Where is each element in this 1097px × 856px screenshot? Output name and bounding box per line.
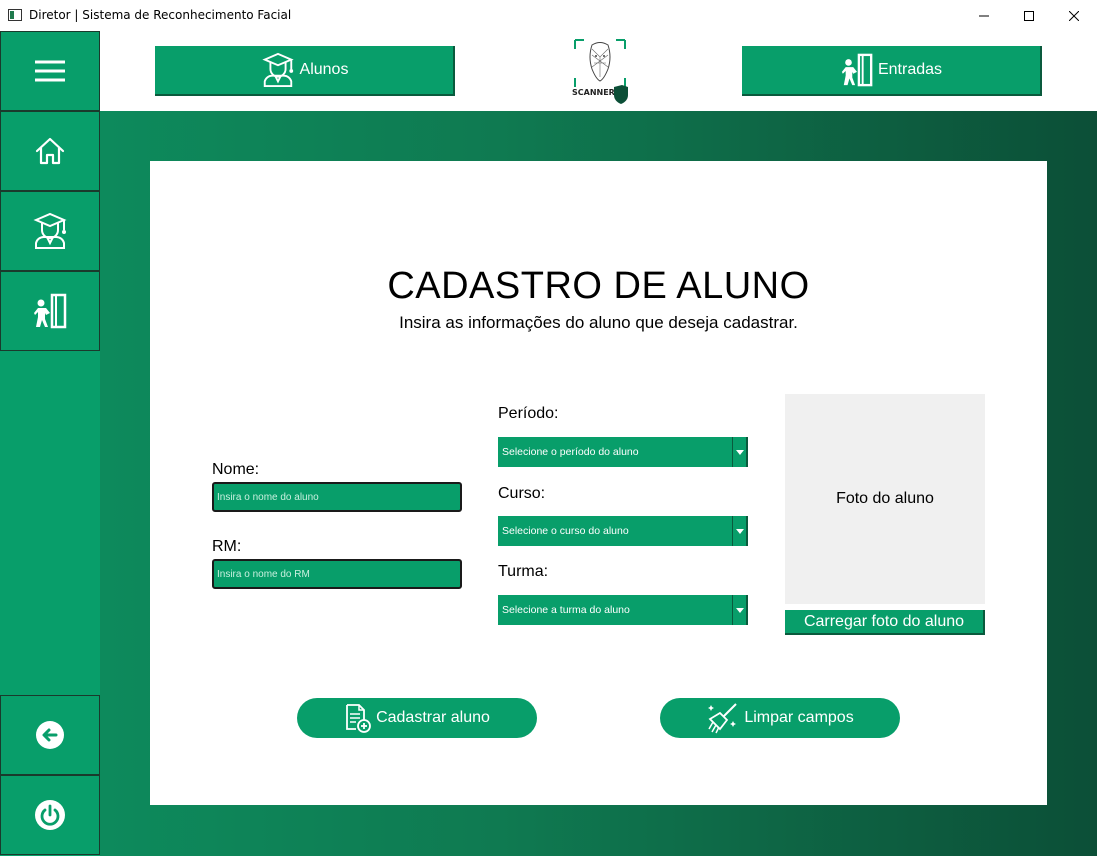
maximize-button[interactable]: [1006, 0, 1052, 31]
maximize-icon: [1024, 10, 1034, 21]
periodo-select[interactable]: Selecione o período do aluno: [498, 437, 748, 467]
photo-preview: Foto do aluno: [785, 394, 985, 604]
close-button[interactable]: [1051, 0, 1097, 31]
chevron-down-icon[interactable]: [732, 595, 746, 625]
cadastrar-aluno-button[interactable]: Cadastrar aluno: [297, 698, 537, 738]
close-icon: [1069, 10, 1079, 21]
app-icon: [8, 9, 22, 21]
limpar-campos-button[interactable]: Limpar campos: [660, 698, 900, 738]
curso-select-value: Selecione o curso do aluno: [502, 525, 629, 537]
periodo-label: Período:: [498, 405, 559, 422]
turma-select-value: Selecione a turma do aluno: [502, 604, 630, 616]
student-icon: [33, 212, 67, 249]
sidebar-menu-button[interactable]: [0, 31, 100, 111]
form-card: CADASTRO DE ALUNO Insira as informações …: [150, 161, 1047, 805]
chevron-down-icon[interactable]: [732, 516, 746, 546]
add-document-icon: [346, 704, 371, 733]
alunos-nav-button[interactable]: Alunos: [155, 46, 455, 96]
scanner-logo: SCANNER: [570, 37, 630, 107]
top-header: Alunos SCANNER Entradas: [100, 31, 1097, 111]
limpar-campos-label: Limpar campos: [744, 709, 854, 726]
upload-photo-button[interactable]: Carregar foto do aluno: [785, 610, 985, 635]
curso-label: Curso:: [498, 485, 546, 502]
home-icon: [35, 137, 65, 165]
sidebar: [0, 31, 100, 856]
turma-select[interactable]: Selecione a turma do aluno: [498, 595, 748, 625]
power-icon: [35, 800, 65, 830]
entry-door-icon: [841, 53, 873, 87]
minimize-icon: [979, 15, 989, 16]
chevron-down-icon[interactable]: [732, 437, 746, 467]
sidebar-item-home[interactable]: [0, 111, 100, 191]
sidebar-back-button[interactable]: [0, 695, 100, 775]
curso-select[interactable]: Selecione o curso do aluno: [498, 516, 748, 546]
page-title: CADASTRO DE ALUNO: [387, 265, 810, 307]
page-subtitle: Insira as informações do aluno que desej…: [399, 313, 798, 332]
sidebar-item-entradas[interactable]: [0, 271, 100, 351]
arrow-left-icon: [36, 721, 64, 749]
minimize-button[interactable]: [961, 0, 1007, 31]
turma-label: Turma:: [498, 563, 549, 580]
rm-label: RM:: [212, 538, 242, 555]
hamburger-icon: [35, 60, 65, 82]
entradas-nav-label: Entradas: [877, 61, 943, 78]
rm-input[interactable]: Insira o nome do RM: [212, 559, 462, 589]
alunos-nav-label: Alunos: [299, 61, 349, 78]
entradas-nav-button[interactable]: Entradas: [742, 46, 1042, 96]
window-titlebar: Diretor | Sistema de Reconhecimento Faci…: [0, 0, 1097, 31]
nome-input[interactable]: Insira o nome do aluno: [212, 482, 462, 512]
entry-door-icon: [34, 293, 67, 329]
window-title: Diretor | Sistema de Reconhecimento Faci…: [29, 8, 292, 22]
periodo-select-value: Selecione o período do aluno: [502, 446, 639, 458]
sidebar-item-alunos[interactable]: [0, 191, 100, 271]
svg-text:SCANNER: SCANNER: [572, 88, 615, 97]
nome-label: Nome:: [212, 461, 260, 478]
cadastrar-aluno-label: Cadastrar aluno: [376, 709, 490, 726]
sidebar-power-button[interactable]: [0, 775, 100, 855]
main-area: CADASTRO DE ALUNO Insira as informações …: [100, 111, 1097, 856]
student-icon: [261, 52, 294, 88]
broom-icon: [708, 703, 738, 734]
